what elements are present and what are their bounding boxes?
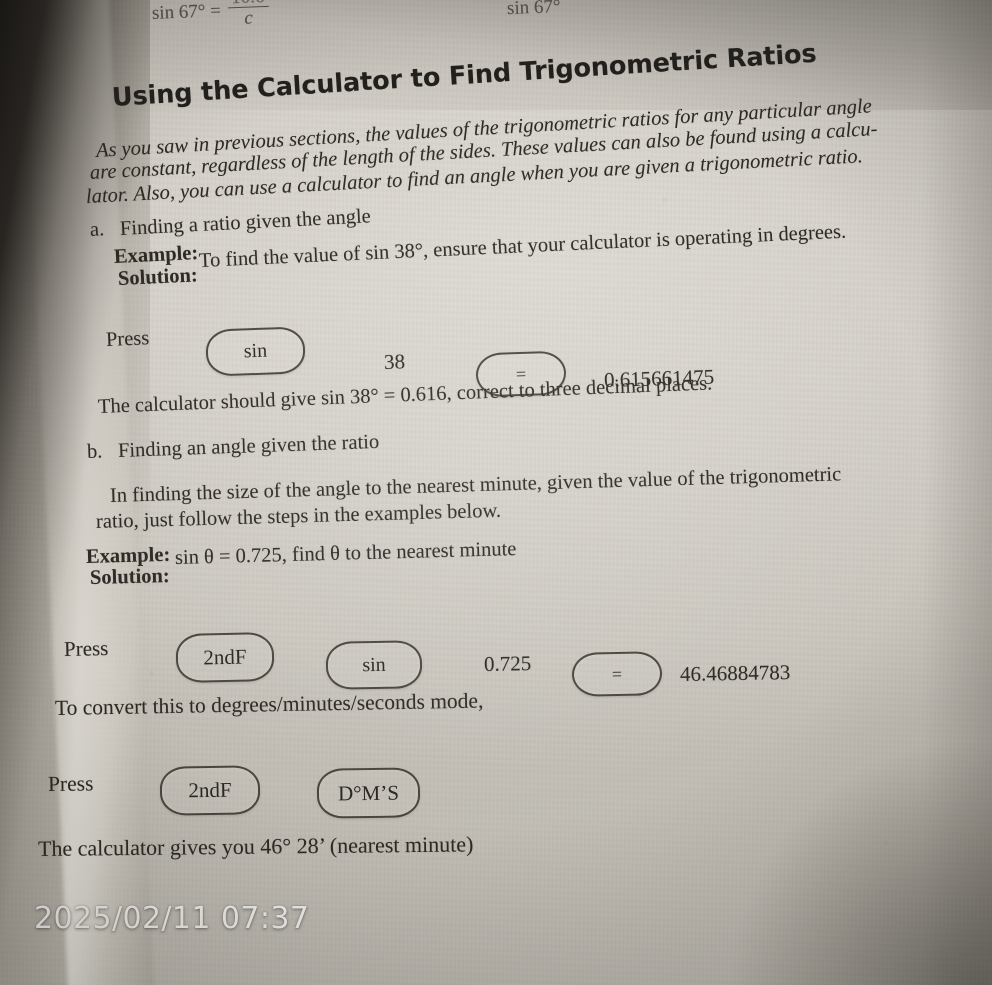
section-b-solution-label: Solution: [89, 565, 170, 589]
section-a-conclusion: The calculator should give sin 38° = 0.6… [97, 372, 713, 418]
dms-key[interactable]: D°M’S [316, 767, 421, 819]
section-b-typed-value: 0.725 [483, 651, 532, 676]
section-b-press-label: Press [63, 635, 109, 661]
section-b-equals-key[interactable]: = [571, 651, 663, 697]
page-heading: Using the Calculator to Find Trigonometr… [111, 38, 818, 113]
section-a-solution-label: Solution: [117, 264, 199, 290]
cropped-equation-left: sin 67° = 10.6 c [151, 0, 271, 35]
camera-timestamp: 2025/02/11 07:37 [34, 901, 310, 936]
section-b-press-label-2: Press [47, 771, 94, 796]
section-a-press-label: Press [105, 327, 150, 351]
section-a-marker: a. [89, 218, 105, 241]
cropped-equation-fraction: 10.6 c [226, 0, 270, 30]
section-a-sin-key[interactable]: sin [205, 326, 306, 377]
dms-2ndf-key-label: 2ndF [188, 777, 232, 803]
cropped-equation-right: sin 67° [506, 0, 561, 19]
section-a-sin-key-label: sin [243, 339, 268, 363]
section-b-example-text: sin θ = 0.725, find θ to the nearest min… [174, 538, 517, 569]
fraction-denominator: c [243, 7, 254, 29]
section-b-2ndf-key[interactable]: 2ndF [175, 631, 275, 684]
section-b-sin-key[interactable]: sin [325, 640, 423, 690]
section-b-result: 46.46884783 [679, 660, 791, 686]
convert-instruction: To convert this to degrees/minutes/secon… [54, 688, 484, 720]
section-a-title: Finding a ratio given the angle [119, 205, 372, 240]
dms-key-label: D°M’S [337, 780, 400, 805]
section-b-sin-key-label: sin [362, 653, 386, 676]
final-result-line: The calculator gives you 46° 28’ (neares… [37, 831, 474, 861]
section-b-2ndf-key-label: 2ndF [203, 644, 247, 670]
cropped-equation-prefix: sin 67° = [151, 0, 222, 24]
section-b-marker: b. [86, 440, 103, 463]
photographed-textbook-page: sin 67° = 10.6 c sin 67° Using the Calcu… [0, 0, 992, 985]
section-b-equals-key-label: = [611, 663, 623, 684]
dms-2ndf-key[interactable]: 2ndF [159, 765, 261, 816]
section-a-typed-value: 38 [383, 349, 406, 374]
section-b-title: Finding an angle given the ratio [117, 430, 380, 462]
page-text-content: sin 67° = 10.6 c sin 67° Using the Calcu… [0, 0, 992, 985]
